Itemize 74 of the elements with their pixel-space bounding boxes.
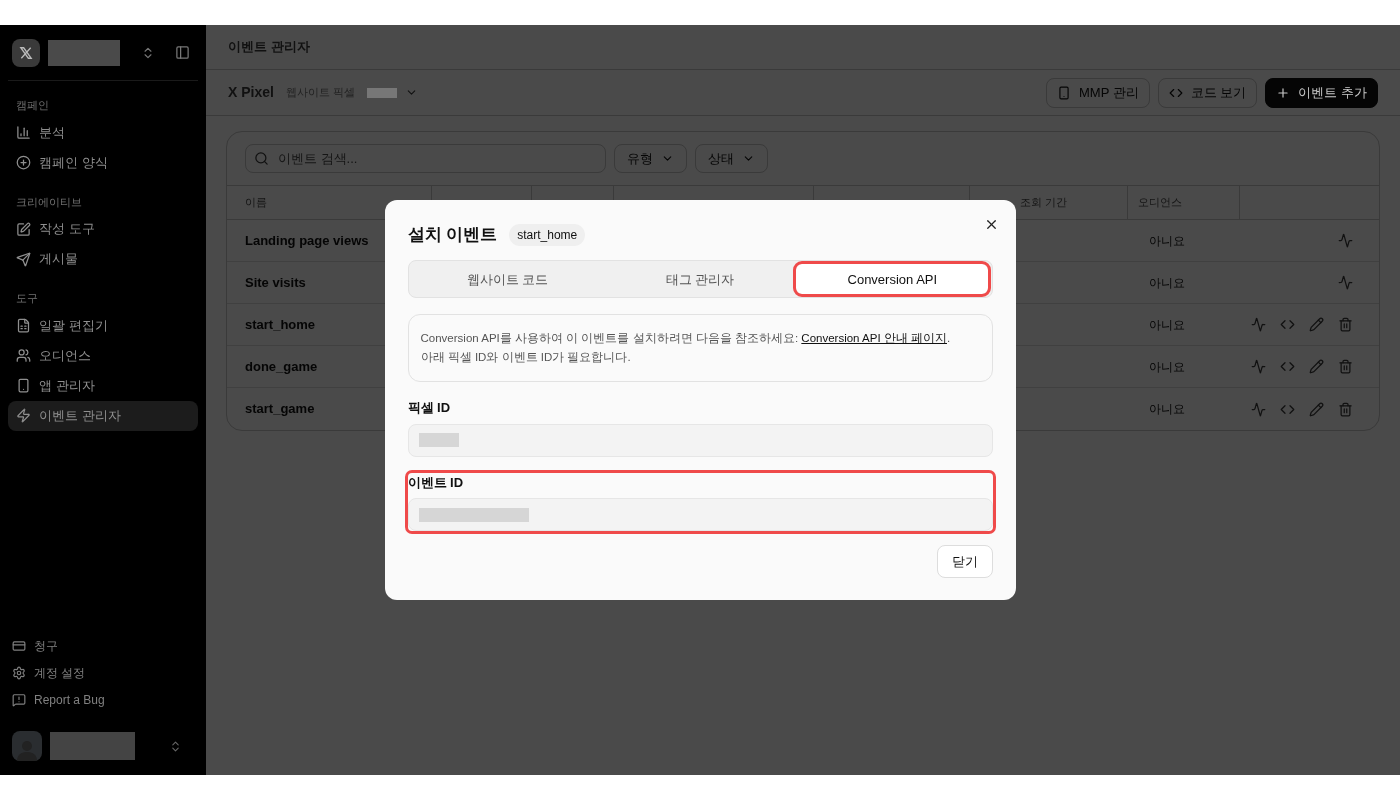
activity-icon[interactable] — [1251, 317, 1266, 332]
toolbar-button[interactable]: 이벤트 추가 — [1265, 77, 1378, 108]
trash-icon[interactable] — [1338, 359, 1353, 374]
dialog-title: 설치 이벤트 — [407, 223, 498, 246]
nav-icon — [16, 125, 31, 140]
event-name: Site visits — [245, 273, 306, 292]
page-title: 이벤트 관리자 — [228, 38, 310, 57]
sidebar-item[interactable]: 캠페인 양식 — [8, 147, 198, 178]
field-label: 이벤트 ID — [407, 473, 465, 492]
pencil-icon[interactable] — [1309, 317, 1324, 332]
plus-icon — [1276, 85, 1291, 100]
code-icon[interactable] — [1280, 359, 1295, 374]
redacted-placeholder — [367, 87, 397, 98]
id-field[interactable] — [407, 498, 993, 532]
x-logo-icon — [12, 38, 40, 67]
nav-icon — [16, 155, 31, 170]
event-name: start_game — [245, 400, 315, 419]
event-name: start_home — [245, 315, 316, 334]
event-name: Landing page views — [245, 231, 369, 250]
event-badge: start_home — [509, 223, 586, 246]
nav-icon — [16, 318, 31, 333]
tab[interactable]: 웹사이트 코드 — [411, 264, 604, 295]
sidebar-item[interactable]: 작성 도구 — [8, 214, 198, 244]
tab[interactable]: 태그 관리자 — [603, 264, 797, 295]
avatar-icon — [12, 731, 42, 761]
audience-cell-text: 아니요 — [1148, 316, 1186, 334]
section-heading: 도구 — [15, 291, 39, 306]
sidebar-item[interactable]: 오디언스 — [8, 340, 198, 371]
trash-icon[interactable] — [1338, 401, 1353, 417]
audience-cell-text: 아니요 — [1148, 401, 1186, 418]
nav-icon — [16, 251, 31, 267]
code-icon[interactable] — [1280, 317, 1295, 332]
sidebar-item[interactable]: Report a Bug — [8, 686, 198, 713]
activity-icon[interactable] — [1251, 359, 1266, 374]
nav-icon — [16, 221, 31, 237]
redacted-placeholder — [48, 39, 120, 66]
search-icon — [254, 151, 269, 166]
field-label: 픽셀 ID — [407, 399, 452, 418]
sidebar-item[interactable]: 게시물 — [8, 244, 198, 274]
nav-icon — [16, 348, 31, 363]
sidebar-toggle-icon[interactable] — [175, 45, 190, 60]
info-text: Conversion API를 사용하여 이 이벤트를 설치하려면 다음을 참조하세요: Conversion API 안내 페이지. 아래 픽셀 ID와 이벤트 ID가 필요합니다. — [407, 314, 993, 383]
sidebar-item[interactable]: 앱 관리자 — [8, 370, 198, 401]
sidebar-item[interactable]: 일괄 편집기 — [8, 310, 198, 341]
trash-icon[interactable] — [1338, 317, 1353, 332]
section-heading: 캠페인 — [15, 98, 50, 113]
redacted-placeholder — [418, 433, 459, 448]
pencil-icon[interactable] — [1309, 359, 1324, 374]
pixel-name: X Pixel — [228, 83, 274, 102]
pixel-selector[interactable] — [367, 86, 418, 99]
chevrons-up-down-icon[interactable] — [169, 739, 182, 753]
audience-cell-text: 아니요 — [1148, 274, 1186, 292]
activity-icon[interactable] — [1338, 275, 1353, 290]
activity-icon[interactable] — [1251, 401, 1266, 417]
id-field[interactable] — [407, 423, 993, 457]
activity-icon[interactable] — [1338, 233, 1353, 248]
pencil-icon[interactable] — [1309, 401, 1324, 417]
sidebar-item[interactable]: 분석 — [8, 117, 198, 148]
tab[interactable]: Conversion API — [796, 264, 989, 295]
sidebar-item[interactable]: 계정 설정 — [8, 659, 198, 686]
section-heading: 크리에이티브 — [15, 194, 83, 210]
guide-link[interactable]: Conversion API 안내 페이지 — [801, 332, 947, 345]
nav-icon — [12, 692, 26, 707]
sidebar-item[interactable]: 청구 — [8, 632, 198, 659]
event-name: done_game — [245, 357, 318, 376]
nav-icon — [16, 378, 31, 393]
nav-icon — [12, 665, 26, 680]
close-button[interactable]: 닫기 — [936, 545, 993, 579]
sidebar-item[interactable]: 이벤트 관리자 — [8, 400, 198, 431]
nav-icon — [16, 408, 31, 423]
audience-cell-text: 아니요 — [1148, 232, 1186, 250]
phone-icon — [1057, 85, 1072, 100]
audience-cell-text: 아니요 — [1148, 358, 1186, 376]
nav-icon — [12, 638, 26, 653]
